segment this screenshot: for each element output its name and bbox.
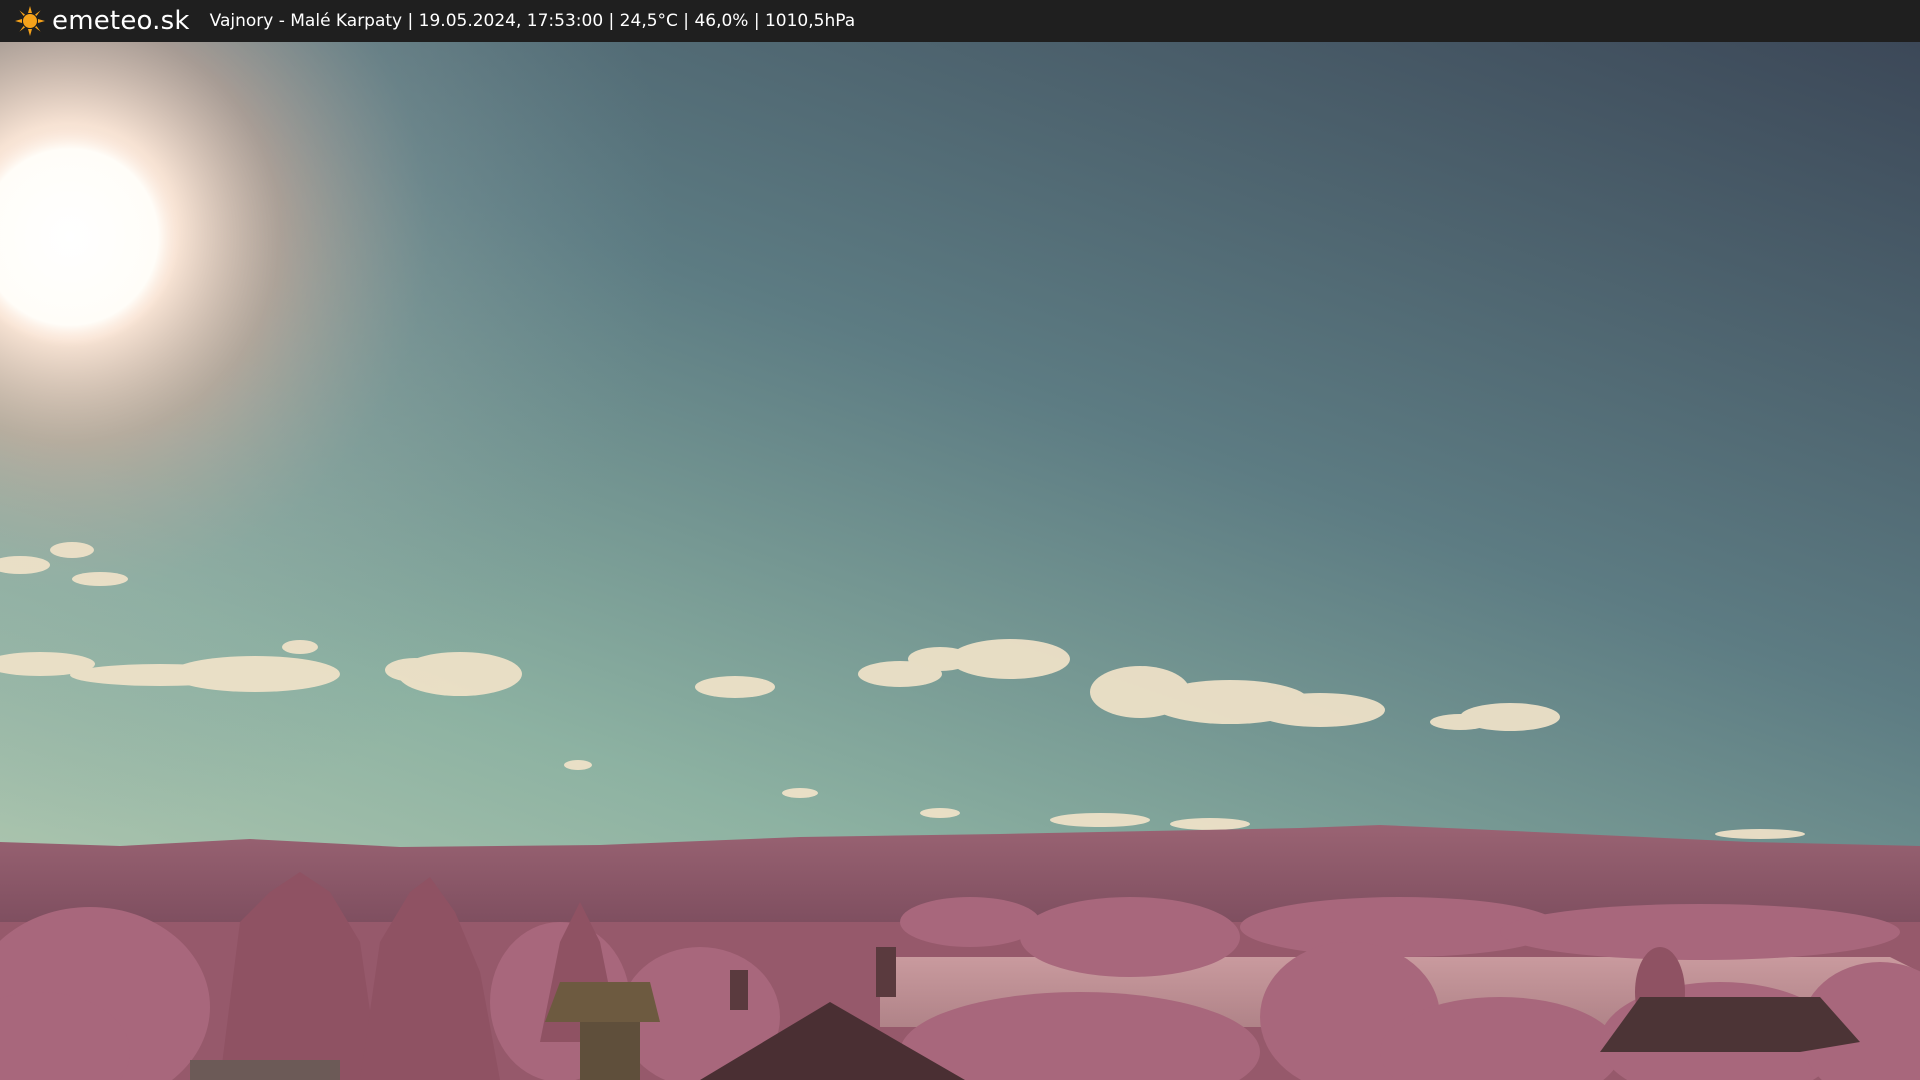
weather-info-line: Vajnory - Malé Karpaty | 19.05.2024, 17:… xyxy=(209,11,856,31)
webcam-scene xyxy=(0,42,1920,1080)
site-logo[interactable]: emeteo.sk xyxy=(14,5,190,37)
sun-icon xyxy=(15,6,45,36)
brand-name: emeteo.sk xyxy=(52,6,190,36)
webcam-image xyxy=(0,42,1920,1080)
top-bar: emeteo.sk Vajnory - Malé Karpaty | 19.05… xyxy=(0,0,1920,42)
